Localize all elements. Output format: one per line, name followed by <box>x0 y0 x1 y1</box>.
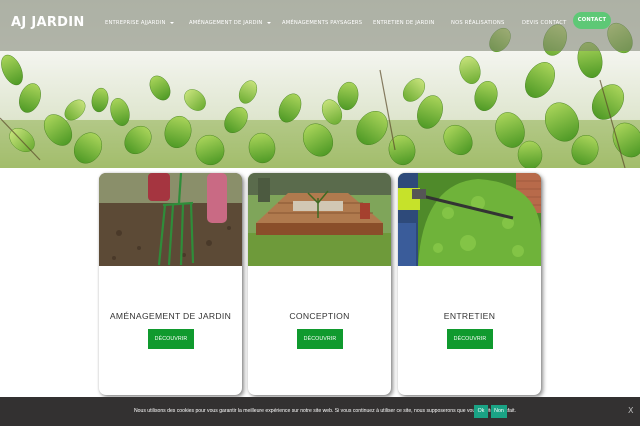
contact-button[interactable]: CONTACT <box>573 12 611 29</box>
close-icon[interactable]: X <box>628 406 633 415</box>
cookie-ok-button[interactable]: Ok <box>474 405 488 418</box>
nav-item-label: NOS RÉALISATIONS <box>451 20 505 26</box>
garden-fork-soil-photo <box>99 173 242 266</box>
hero-banner: AJ JARDIN ENTREPRISE AJJARDIN AMÉNAGEMEN… <box>0 0 640 168</box>
dropdown-caret-icon <box>169 22 174 24</box>
nav-item-label: ENTREPRISE AJJARDIN <box>105 20 166 26</box>
decouvrir-button[interactable]: DÉCOUVRIR <box>297 329 343 349</box>
nav-item-entretien-jardin[interactable]: ENTRETIEN DE JARDIN <box>373 20 434 26</box>
nav-item-label: AMÉNAGEMENT DE JARDIN <box>189 20 263 26</box>
dropdown-caret-icon <box>266 22 271 24</box>
card-title: ENTRETIEN <box>443 311 496 321</box>
decouvrir-button[interactable]: DÉCOUVRIR <box>148 329 194 349</box>
nav-item-entreprise[interactable]: ENTREPRISE AJJARDIN <box>105 20 174 26</box>
site-logo[interactable]: AJ JARDIN <box>11 15 85 30</box>
nav-item-devis-contact[interactable]: DEVIS CONTACT <box>522 20 567 26</box>
cookie-consent-bar: Nous utilisons des cookies pour vous gar… <box>0 397 640 426</box>
service-card-amenagement: AMÉNAGEMENT DE JARDIN DÉCOUVRIR <box>99 173 242 395</box>
decouvrir-button[interactable]: DÉCOUVRIR <box>447 329 493 349</box>
nav-item-label: ENTRETIEN DE JARDIN <box>373 20 435 26</box>
nav-item-amenagements-paysagers[interactable]: AMÉNAGEMENTS PAYSAGERS <box>282 20 362 26</box>
wooden-deck-garden-photo <box>248 173 391 266</box>
top-navigation-bar: AJ JARDIN ENTREPRISE AJJARDIN AMÉNAGEMEN… <box>0 0 640 51</box>
cookie-decline-button[interactable]: Non <box>491 405 507 418</box>
nav-item-label: AMÉNAGEMENTS PAYSAGERS <box>282 20 363 26</box>
nav-item-realisations[interactable]: NOS RÉALISATIONS <box>451 20 504 26</box>
service-card-entretien: ENTRETIEN DÉCOUVRIR <box>398 173 541 395</box>
nav-item-amenagement-jardin[interactable]: AMÉNAGEMENT DE JARDIN <box>189 20 271 26</box>
hedge-trimming-photo <box>398 173 541 266</box>
cookie-message: Nous utilisons des cookies pour vous gar… <box>134 408 516 414</box>
card-title: AMÉNAGEMENT DE JARDIN <box>109 311 232 321</box>
service-card-conception: CONCEPTION DÉCOUVRIR <box>248 173 391 395</box>
card-title: CONCEPTION <box>289 311 350 321</box>
nav-item-label: DEVIS CONTACT <box>522 20 567 26</box>
